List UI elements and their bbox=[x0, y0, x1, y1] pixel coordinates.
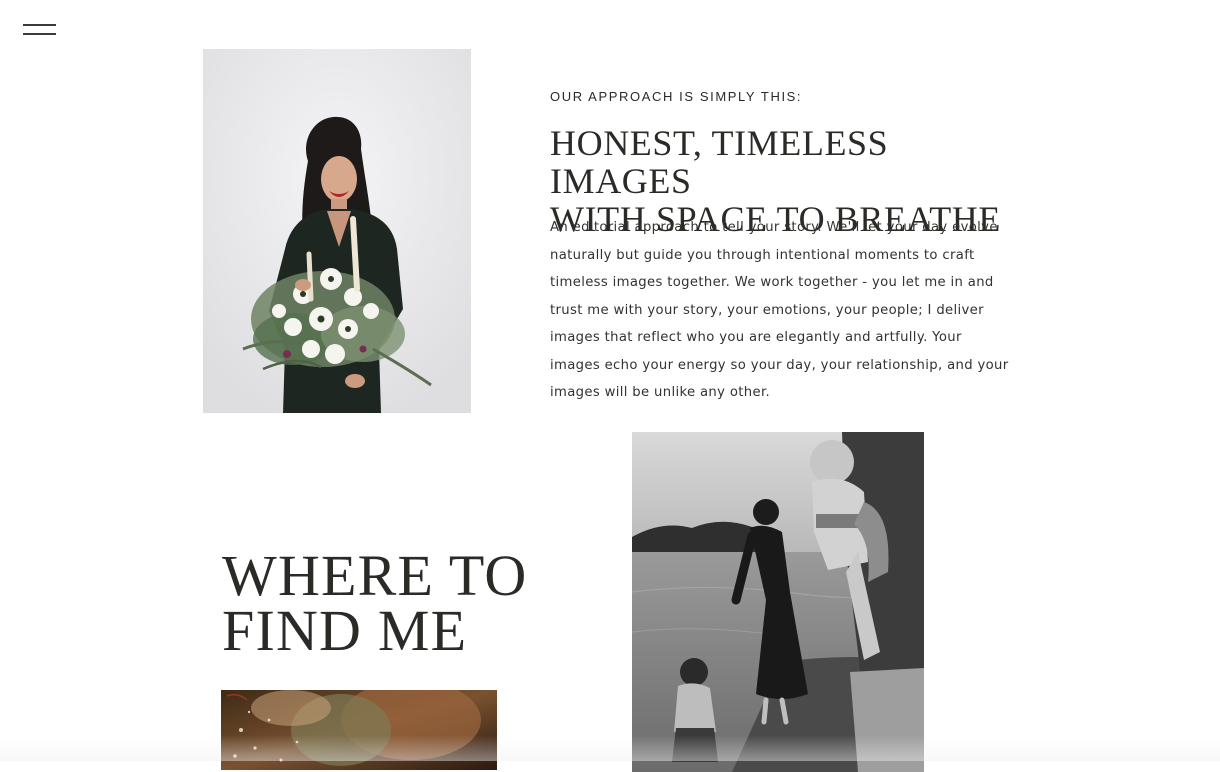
hamburger-menu-icon-bar bbox=[23, 33, 56, 35]
where-to-find-me-heading: WHERE TO FIND ME bbox=[222, 547, 542, 660]
bottom-fade bbox=[0, 735, 1220, 761]
approach-eyebrow: OUR APPROACH IS SIMPLY THIS: bbox=[550, 89, 803, 104]
hamburger-menu-icon bbox=[23, 24, 56, 26]
menu-button[interactable] bbox=[22, 22, 58, 38]
headline-line-1: HONEST, TIMELESS IMAGES bbox=[550, 123, 889, 201]
family-beach-photo bbox=[632, 432, 924, 772]
find-me-line-2: FIND ME bbox=[222, 598, 468, 663]
approach-body-text: An editorial approach to tell your story… bbox=[550, 220, 1009, 400]
warm-couple-photo bbox=[221, 690, 497, 770]
bride-portrait-photo bbox=[203, 49, 471, 413]
